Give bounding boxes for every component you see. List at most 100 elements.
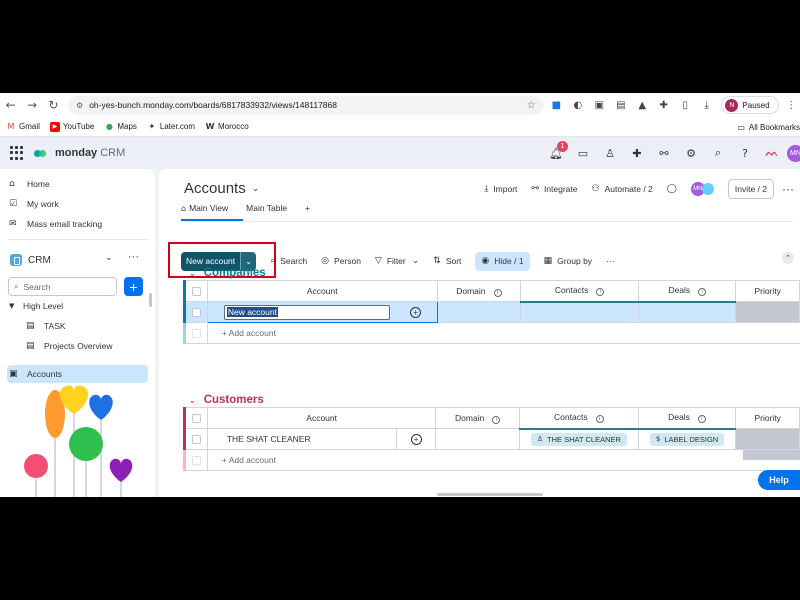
help-question-icon[interactable]: ? — [734, 142, 756, 164]
sidebar-scrollbar[interactable] — [149, 293, 152, 307]
add-account-input[interactable]: + Add account — [206, 449, 800, 471]
column-header-deals[interactable]: Deals i — [638, 280, 737, 303]
column-header-priority[interactable]: Priority — [735, 407, 800, 429]
address-bar[interactable]: ⚙ oh-yes-bunch.monday.com/boards/6817833… — [68, 95, 544, 115]
board-member-avatar-2[interactable] — [701, 183, 714, 195]
column-header-domain[interactable]: Domain i — [436, 280, 522, 302]
search-icon[interactable]: ⌕ — [707, 142, 729, 164]
hide-columns-button[interactable]: ◉ Hide / 1 — [475, 251, 530, 271]
integrate-button[interactable]: ⚯ Integrate — [531, 184, 577, 194]
sidebar-item-task[interactable]: ▤ TASK — [26, 321, 66, 331]
add-item-button[interactable]: + — [124, 277, 143, 296]
account-name-cell[interactable]: New account + — [206, 301, 438, 323]
info-icon[interactable]: i — [595, 415, 604, 424]
column-header-domain[interactable]: Domain i — [435, 407, 520, 429]
checkbox[interactable] — [191, 286, 201, 296]
all-bookmarks[interactable]: ▭ All Bookmarks — [737, 117, 800, 137]
profile-button[interactable]: N Paused — [721, 96, 779, 114]
add-update-icon[interactable]: + — [410, 306, 422, 318]
sidepanel-icon[interactable]: ▯ — [676, 96, 693, 114]
bookmark-youtube[interactable]: ▶ YouTube — [49, 121, 94, 132]
row-select-cell[interactable] — [183, 301, 208, 323]
add-item-row[interactable]: + Add account — [183, 449, 800, 471]
add-item-row[interactable]: + Add account — [183, 322, 800, 344]
account-name-cell[interactable]: THE SHAT CLEANER — [206, 428, 397, 450]
notifications-bell-icon[interactable]: 🔔︎ 1 — [545, 141, 568, 164]
updates-button[interactable]: ◯ — [667, 184, 677, 194]
automate-button[interactable]: ⚇ Automate / 2 — [592, 184, 653, 194]
priority-cell[interactable] — [735, 428, 800, 450]
column-header-contacts[interactable]: Contacts i — [520, 280, 640, 303]
add-account-input[interactable]: + Add account — [206, 322, 800, 344]
extension-icon-4[interactable]: ▤ — [612, 96, 629, 114]
deal-chip[interactable]: $ LABEL DESIGN — [649, 432, 725, 446]
apps-marketplace-icon[interactable]: ✚ — [626, 142, 648, 164]
workspace-selector[interactable]: CRM — [10, 254, 51, 266]
settings-gear-icon[interactable]: ⚙ — [680, 142, 702, 164]
checkbox[interactable] — [191, 307, 201, 317]
folder-high-level[interactable]: ▼ High Level — [9, 301, 63, 311]
sidebar-item-projects-overview[interactable]: ▤ Projects Overview — [26, 341, 113, 351]
bookmark-morocco[interactable]: W Morocco — [205, 122, 249, 132]
contacts-cell[interactable]: ♙ THE SHAT CLEANER — [518, 428, 639, 450]
workspace-more-icon[interactable]: ··· — [128, 251, 139, 263]
monday-logo[interactable]: monday CRM — [34, 147, 125, 159]
group-title-customers[interactable]: ⌄ Customers — [189, 394, 264, 406]
sort-button[interactable]: ⇅ Sort — [433, 256, 461, 266]
apps-grid-icon[interactable] — [10, 146, 24, 160]
integrations-icon[interactable]: ⚯ — [653, 142, 675, 164]
sidebar-item-mass-email[interactable]: ✉ Mass email tracking — [9, 219, 102, 229]
sidebar-item-accounts[interactable]: ▣ Accounts — [9, 369, 62, 379]
contacts-cell[interactable] — [520, 301, 640, 323]
sidebar-search-input[interactable]: ⌕ Search — [8, 277, 117, 296]
filter-button[interactable]: ▽ Filter ⌄ — [375, 256, 419, 266]
info-icon[interactable]: i — [492, 415, 501, 424]
column-header-deals[interactable]: Deals i — [637, 407, 737, 430]
inbox-icon[interactable]: ▭ — [572, 142, 594, 164]
sidebar-item-my-work[interactable]: ☑ My work — [9, 199, 59, 209]
person-filter-button[interactable]: ◎ Person — [321, 256, 361, 266]
info-icon[interactable]: i — [493, 288, 502, 297]
column-header-account[interactable]: Account — [206, 407, 437, 429]
chevron-down-icon[interactable]: ⌄ — [189, 269, 196, 278]
reload-icon[interactable]: ↻ — [43, 95, 64, 115]
deals-cell[interactable]: $ LABEL DESIGN — [637, 428, 737, 450]
column-header-account[interactable]: Account — [206, 280, 438, 302]
select-all-cell[interactable] — [183, 280, 208, 302]
extension-icon-3[interactable]: ▣ — [591, 96, 608, 114]
horizontal-scrollbar[interactable] — [437, 493, 543, 496]
row-select-cell[interactable] — [183, 428, 208, 450]
extension-icon-1[interactable]: ■ — [548, 96, 565, 114]
invite-members-icon[interactable]: ♙ — [599, 142, 621, 164]
priority-cell[interactable] — [735, 301, 800, 323]
add-view-button[interactable]: + — [305, 203, 310, 213]
group-by-button[interactable]: ▦ Group by — [544, 256, 592, 266]
table-row[interactable]: THE SHAT CLEANER + ♙ THE SHAT CLEANER $ … — [183, 428, 800, 450]
bookmark-maps[interactable]: ● Maps — [104, 122, 137, 132]
help-button[interactable]: Help — [758, 470, 800, 490]
account-name-input[interactable]: New account — [223, 304, 390, 320]
domain-cell[interactable] — [435, 428, 520, 450]
extensions-puzzle-icon[interactable]: ✚ — [655, 96, 672, 114]
tab-main-table[interactable]: Main Table — [246, 203, 287, 213]
domain-cell[interactable] — [436, 301, 522, 323]
info-icon[interactable]: i — [697, 415, 706, 424]
browser-menu-icon[interactable]: ⋮ — [783, 96, 800, 114]
board-more-icon[interactable]: ··· — [782, 182, 794, 196]
add-update-icon[interactable]: + — [410, 433, 422, 445]
conversation-cell[interactable]: + — [395, 428, 437, 450]
group-title-companies[interactable]: ⌄ Companies — [189, 267, 266, 279]
invite-button[interactable]: Invite / 2 — [727, 179, 774, 199]
download-icon[interactable]: ⤓ — [698, 96, 715, 114]
chevron-down-icon[interactable]: ⌄ — [189, 396, 196, 405]
forward-icon[interactable]: → — [21, 95, 42, 115]
back-icon[interactable]: ← — [0, 95, 21, 115]
deals-cell[interactable] — [638, 301, 737, 323]
checkbox[interactable] — [191, 413, 201, 423]
toolbar-more-icon[interactable]: ··· — [606, 256, 615, 266]
chevron-down-icon[interactable]: ⌄ — [105, 253, 113, 263]
user-avatar[interactable]: MN — [787, 144, 800, 162]
column-header-priority[interactable]: Priority — [735, 280, 800, 302]
bookmark-gmail[interactable]: M Gmail — [6, 122, 40, 132]
site-info-icon[interactable]: ⚙ — [76, 101, 83, 110]
